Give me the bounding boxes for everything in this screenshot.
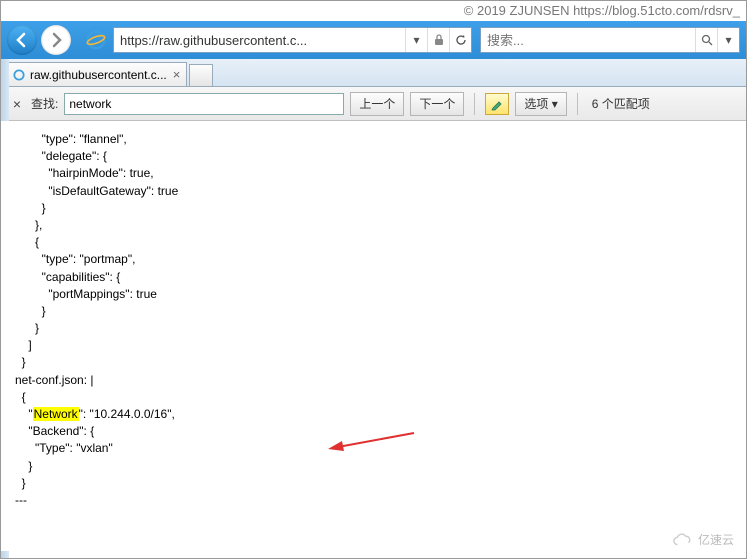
findbar-prev-button[interactable]: 上一个 <box>350 92 404 116</box>
highlighted-match: Network <box>33 407 79 421</box>
search-dropdown-icon[interactable]: ▾ <box>717 28 739 52</box>
address-bar: ▾ <box>113 27 472 53</box>
new-tab-button[interactable] <box>189 64 213 86</box>
address-dropdown-icon[interactable]: ▾ <box>405 28 427 52</box>
tab-title: raw.githubusercontent.c... <box>30 68 167 82</box>
findbar-label: 查找: <box>31 95 58 112</box>
copyright-text: © 2019 ZJUNSEN https://blog.51cto.com/rd… <box>464 3 740 18</box>
findbar-close-icon[interactable]: × <box>9 96 25 112</box>
lock-icon <box>427 28 449 52</box>
search-bar: ▾ <box>480 27 740 53</box>
address-input[interactable] <box>114 33 405 48</box>
tab-bar: raw.githubusercontent.c... × <box>1 59 746 87</box>
cloud-icon <box>672 532 694 548</box>
findbar-input[interactable] <box>64 93 344 115</box>
separator <box>474 93 475 115</box>
page-content: "type": "flannel", "delegate": { "hairpi… <box>1 121 746 551</box>
refresh-icon[interactable] <box>449 28 471 52</box>
annotation-arrow-icon <box>326 429 416 457</box>
tab-favicon-icon <box>12 68 26 82</box>
watermark: 亿速云 <box>672 531 734 548</box>
forward-button[interactable] <box>41 25 71 55</box>
highlight-button[interactable] <box>485 93 509 115</box>
findbar-match-count: 6 个匹配项 <box>592 95 650 112</box>
find-bar: × 查找: 上一个 下一个 选项 ▾ 6 个匹配项 <box>1 87 746 121</box>
back-button[interactable] <box>7 25 37 55</box>
browser-tab[interactable]: raw.githubusercontent.c... × <box>5 62 187 86</box>
separator <box>577 93 578 115</box>
browser-nav-bar: ▾ ▾ <box>1 21 746 59</box>
search-icon[interactable] <box>695 28 717 52</box>
findbar-next-button[interactable]: 下一个 <box>410 92 464 116</box>
highlighter-icon <box>490 97 504 111</box>
ie-logo-icon <box>85 29 107 51</box>
tab-close-icon[interactable]: × <box>173 67 181 82</box>
findbar-options-button[interactable]: 选项 ▾ <box>515 92 566 116</box>
search-input[interactable] <box>481 33 695 48</box>
